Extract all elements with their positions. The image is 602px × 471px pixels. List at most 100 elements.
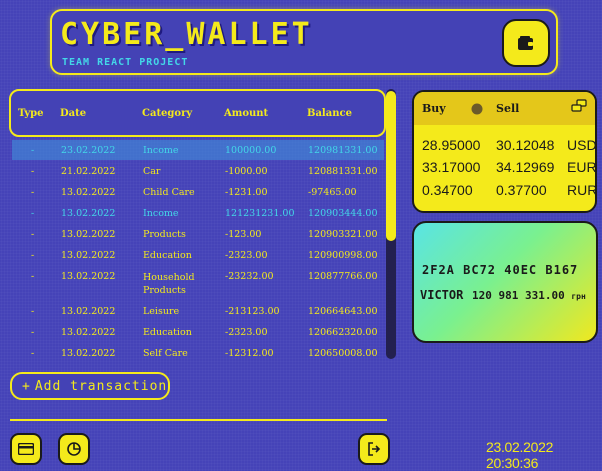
cell-category: Education bbox=[143, 327, 192, 338]
cell-type: - bbox=[31, 229, 35, 240]
wallet-button[interactable] bbox=[502, 19, 550, 67]
cell-type: - bbox=[31, 348, 35, 359]
table-row[interactable]: - 23.02.2022 Income 100000.00 120981331.… bbox=[12, 140, 384, 160]
cell-category: Income bbox=[143, 208, 179, 219]
cell-category: Car bbox=[143, 166, 161, 177]
cell-amount: -1231.00 bbox=[225, 187, 268, 198]
table-scrollbar[interactable] bbox=[386, 89, 396, 359]
column-date: Date bbox=[60, 108, 87, 119]
cell-type: - bbox=[31, 166, 35, 177]
cell-balance: -97465.00 bbox=[308, 187, 357, 198]
cell-amount: 100000.00 bbox=[225, 145, 277, 156]
column-type: Type bbox=[18, 108, 44, 119]
app-title: CYBER_WALLET bbox=[60, 17, 313, 52]
app-subtitle: TEAM REACT PROJECT bbox=[62, 57, 189, 68]
transactions-table-body: - 23.02.2022 Income 100000.00 120981331.… bbox=[12, 140, 384, 360]
cell-amount: -213123.00 bbox=[225, 306, 280, 317]
cell-type: - bbox=[31, 250, 35, 261]
cell-amount: 121231231.00 bbox=[225, 208, 295, 219]
cell-date: 13.02.2022 bbox=[61, 229, 116, 240]
scrollbar-thumb[interactable] bbox=[386, 91, 396, 241]
usd-sell: 30.12048 bbox=[496, 137, 555, 153]
cell-category: Child Care bbox=[143, 187, 195, 198]
usd-code: USD bbox=[567, 137, 597, 153]
column-amount: Amount bbox=[224, 108, 269, 119]
wallet-icon bbox=[518, 36, 533, 50]
table-row[interactable]: - 13.02.2022 Education -2323.00 12066232… bbox=[12, 322, 384, 342]
cell-date: 13.02.2022 bbox=[61, 306, 116, 317]
cell-type: - bbox=[31, 145, 35, 156]
add-transaction-button[interactable]: + Add transaction bbox=[10, 372, 170, 400]
table-row[interactable]: - 13.02.2022 Child Care -1231.00 -97465.… bbox=[12, 182, 384, 202]
cell-category: Household Products bbox=[143, 272, 195, 296]
cell-balance: 120900998.00 bbox=[308, 250, 378, 261]
logout-icon bbox=[368, 442, 381, 456]
currency-row-eur: 33.17000 34.12969 EUR bbox=[414, 157, 595, 179]
cell-amount: -123.00 bbox=[225, 229, 262, 240]
table-row[interactable]: - 13.02.2022 Self Care -12312.00 1206500… bbox=[12, 343, 384, 360]
current-datetime: 23.02.2022 20:30:36 bbox=[486, 439, 554, 471]
cell-type: - bbox=[31, 271, 35, 282]
statistics-button[interactable] bbox=[58, 433, 90, 465]
sell-label: Sell bbox=[496, 102, 520, 115]
card-holder: VICTOR bbox=[420, 288, 464, 302]
cell-category: Products bbox=[143, 229, 186, 240]
table-row[interactable]: - 13.02.2022 Leisure -213123.00 12066464… bbox=[12, 301, 384, 321]
bank-card[interactable]: 2F2A BC72 40EC B167 VICTOR 120 981 331.0… bbox=[412, 221, 598, 343]
eur-code: EUR bbox=[567, 159, 597, 175]
cell-amount: -23232.00 bbox=[225, 271, 274, 282]
table-row[interactable]: - 13.02.2022 Income 121231231.00 1209034… bbox=[12, 203, 384, 223]
card-number: 2F2A BC72 40EC B167 bbox=[422, 263, 579, 277]
cell-category: Self Care bbox=[143, 348, 188, 359]
eur-sell: 34.12969 bbox=[496, 159, 555, 175]
cell-category: Income bbox=[143, 145, 179, 156]
cell-balance: 120662320.00 bbox=[308, 327, 378, 338]
table-row[interactable]: - 13.02.2022 Household Products -23232.0… bbox=[12, 266, 384, 300]
buy-label: Buy bbox=[422, 102, 446, 115]
cell-balance: 120903444.00 bbox=[308, 208, 378, 219]
column-balance: Balance bbox=[307, 108, 352, 119]
card-balance: 120 981 331.00 bbox=[472, 289, 565, 302]
cell-date: 13.02.2022 bbox=[61, 208, 116, 219]
currency-rates-panel: Buy Sell 28.95000 30.12048 USD 33.17000 … bbox=[412, 90, 597, 213]
rur-buy: 0.34700 bbox=[422, 182, 473, 198]
cell-date: 23.02.2022 bbox=[61, 145, 116, 156]
cell-category: Leisure bbox=[143, 306, 180, 317]
cards-button[interactable] bbox=[10, 433, 42, 465]
cell-amount: -12312.00 bbox=[225, 348, 274, 359]
pie-chart-icon bbox=[67, 442, 81, 456]
plus-icon: + bbox=[22, 378, 31, 394]
transactions-table-header: Type Date Category Amount Balance bbox=[9, 89, 386, 137]
currency-header: Buy Sell bbox=[414, 92, 595, 125]
table-row[interactable]: - 13.02.2022 Education -2323.00 12090099… bbox=[12, 245, 384, 265]
cell-category: Education bbox=[143, 250, 192, 261]
logout-button[interactable] bbox=[358, 433, 390, 465]
cell-type: - bbox=[31, 187, 35, 198]
currency-row-usd: 28.95000 30.12048 USD bbox=[414, 135, 595, 157]
table-row[interactable]: - 21.02.2022 Car -1000.00 120881331.00 bbox=[12, 161, 384, 181]
table-row[interactable]: - 13.02.2022 Products -123.00 120903321.… bbox=[12, 224, 384, 244]
eur-buy: 33.17000 bbox=[422, 159, 481, 175]
card-currency: грн bbox=[571, 292, 586, 301]
column-category: Category bbox=[142, 108, 193, 119]
cell-amount: -2323.00 bbox=[225, 327, 268, 338]
cell-balance: 120903321.00 bbox=[308, 229, 378, 240]
cell-date: 13.02.2022 bbox=[61, 348, 116, 359]
cell-amount: -2323.00 bbox=[225, 250, 268, 261]
cell-type: - bbox=[31, 306, 35, 317]
rur-code: RUR bbox=[567, 182, 597, 198]
cell-type: - bbox=[31, 208, 35, 219]
coin-icon bbox=[471, 103, 483, 115]
card-icon bbox=[18, 443, 34, 455]
cell-date: 21.02.2022 bbox=[61, 166, 116, 177]
cell-balance: 120877766.00 bbox=[308, 271, 378, 282]
usd-buy: 28.95000 bbox=[422, 137, 481, 153]
cell-date: 13.02.2022 bbox=[61, 271, 116, 282]
exchange-icon bbox=[571, 99, 587, 112]
currency-row-rur: 0.34700 0.37700 RUR bbox=[414, 180, 595, 202]
cell-balance: 120664643.00 bbox=[308, 306, 378, 317]
cell-balance: 120981331.00 bbox=[308, 145, 378, 156]
app-header: CYBER_WALLET TEAM REACT PROJECT bbox=[50, 9, 558, 75]
cell-type: - bbox=[31, 327, 35, 338]
cell-balance: 120650008.00 bbox=[308, 348, 378, 359]
